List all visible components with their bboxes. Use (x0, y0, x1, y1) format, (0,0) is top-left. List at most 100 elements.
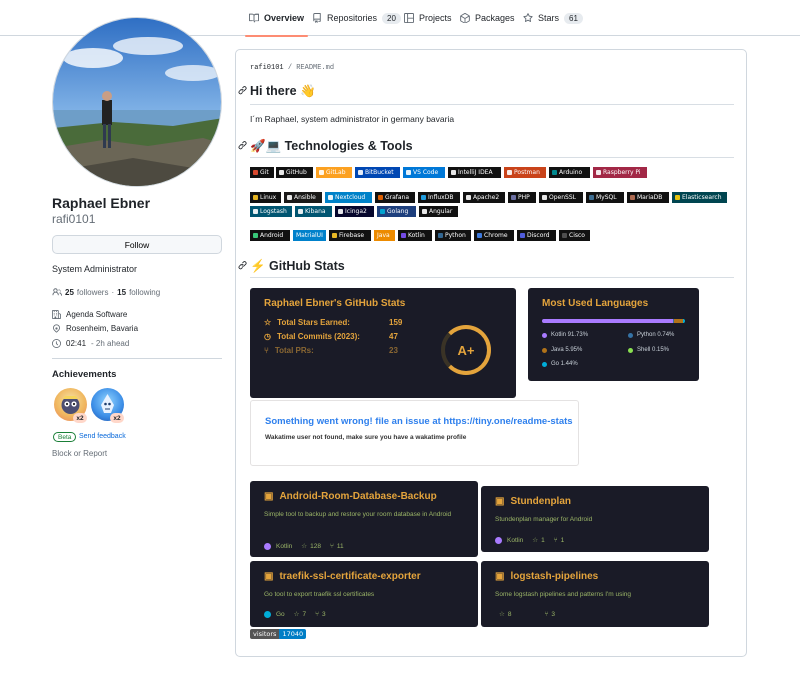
badge-arduino[interactable]: Arduino (549, 167, 590, 178)
heading-divider (250, 277, 734, 278)
fork-icon: ⑂ (553, 536, 558, 544)
badge-logstash[interactable]: Logstash (250, 206, 292, 217)
anchor-link-icon[interactable] (238, 261, 247, 270)
tab-repositories[interactable]: Repositories 20 (312, 0, 401, 36)
badge-php[interactable]: PHP (508, 192, 536, 203)
profile-bio: System Administrator (52, 264, 138, 274)
icinga-icon (338, 209, 343, 214)
followers-count[interactable]: 25 (65, 288, 74, 297)
badge-nextcloud[interactable]: Nextcloud (325, 192, 372, 203)
local-time: 02:41 (66, 339, 87, 348)
heading-divider (250, 104, 734, 105)
wakatime-error-card[interactable]: Something went wrong! file an issue at h… (250, 400, 579, 466)
badge-vscode[interactable]: VS Code (403, 167, 445, 178)
block-or-report-link[interactable]: Block or Report (52, 449, 107, 458)
badge-chrome[interactable]: Chrome (474, 230, 514, 241)
follow-button[interactable]: Follow (52, 235, 222, 254)
badge-golang[interactable]: Golang (377, 206, 416, 217)
badge-openssl[interactable]: OpenSSL (539, 192, 583, 203)
repo-stars: ☆ 128 (301, 542, 321, 551)
followers-label[interactable]: followers (77, 288, 109, 297)
git-icon (253, 170, 258, 175)
badge-intellij[interactable]: IntelliJ IDEA (448, 167, 501, 178)
location-item: Rosenheim, Bavaria (52, 324, 138, 333)
following-label[interactable]: following (129, 288, 160, 297)
visitors-badge: visitors 17040 (250, 629, 307, 639)
badge-android[interactable]: Android (250, 230, 290, 241)
badge-java[interactable]: Java (374, 230, 395, 241)
badge-raspberry-pi[interactable]: Raspberry Pi (593, 167, 647, 178)
language-item: Go 1.44% (542, 361, 578, 367)
tab-label: Packages (475, 13, 515, 23)
achievement-count: x2 (73, 413, 87, 423)
tab-projects[interactable]: Projects (404, 0, 452, 36)
repo-card-android-room[interactable]: ▣ Android-Room-Database-Backup Simple too… (250, 481, 478, 557)
repo-icon: ▣ (264, 491, 274, 502)
badge-gitlab[interactable]: GitLab (316, 167, 352, 178)
github-stats-card[interactable]: Raphael Ebner's GitHub Stats ☆ Total Star… (250, 288, 516, 398)
path-separator: / (287, 64, 293, 72)
badge-mysql[interactable]: MySQL (586, 192, 624, 203)
tab-label: Overview (264, 13, 305, 23)
language-color-dot (542, 347, 547, 353)
repo-icon (312, 13, 322, 23)
tab-stars[interactable]: Stars 61 (523, 0, 583, 36)
avatar[interactable] (52, 17, 222, 187)
repo-stars: ☆ 8 (499, 610, 512, 619)
languages-progress-bar (542, 319, 685, 323)
send-feedback-link[interactable]: Send feedback (79, 433, 126, 440)
badge-apache2[interactable]: Apache2 (463, 192, 505, 203)
achievement-count: x2 (110, 413, 124, 423)
history-icon: ◷ (264, 332, 271, 341)
bitbucket-icon (358, 170, 363, 175)
badge-linux[interactable]: Linux (250, 192, 281, 203)
repo-card-traefik[interactable]: ▣ traefik-ssl-certificate-exporter Go too… (250, 561, 478, 627)
badge-python[interactable]: Python (435, 230, 471, 241)
linux-icon (253, 195, 258, 200)
tab-overview[interactable]: Overview (244, 0, 309, 37)
stars-count-badge: 61 (564, 12, 583, 24)
badge-influxdb[interactable]: InfluxDB (418, 192, 460, 203)
organization-icon (52, 310, 61, 319)
mysql-icon (589, 195, 594, 200)
postman-icon (507, 170, 512, 175)
stat-value-prs: 23 (389, 346, 398, 355)
badge-elasticsearch[interactable]: Elasticsearch (672, 192, 727, 203)
repo-description: Simple tool to backup and restore your r… (264, 511, 452, 518)
anchor-link-icon[interactable] (238, 141, 247, 150)
badge-icinga2[interactable]: Icinga2 (335, 206, 374, 217)
badge-kibana[interactable]: Kibana (295, 206, 332, 217)
top-languages-card[interactable]: Most Used Languages Kotlin 91.73% Python… (528, 288, 699, 381)
badge-grafana[interactable]: Grafana (375, 192, 415, 203)
language-item: Shell 0.15% (628, 347, 669, 353)
repo-card-stundenplan[interactable]: ▣ Stundenplan Stundenplan manager for And… (481, 486, 709, 552)
people-icon (52, 287, 62, 297)
badge-firebase[interactable]: Firebase (329, 230, 371, 241)
badge-materialui[interactable]: MatrialUI (293, 230, 326, 241)
star-icon: ☆ (264, 318, 272, 327)
repo-card-logstash-pipelines[interactable]: ▣ logstash-pipelines Some logstash pipeli… (481, 561, 709, 627)
badge-mariadb[interactable]: MariaDB (627, 192, 669, 203)
badge-discord[interactable]: Discord (517, 230, 556, 241)
stat-row-prs: ⑂ Total PRs: (264, 346, 314, 355)
badge-kotlin[interactable]: Kotlin (398, 230, 432, 241)
badge-bitbucket[interactable]: BitBucket (355, 167, 400, 178)
star-icon: ☆ (532, 537, 539, 544)
following-count[interactable]: 15 (117, 288, 126, 297)
badge-github[interactable]: GitHub (276, 167, 313, 178)
tab-packages[interactable]: Packages (460, 0, 515, 36)
readme-owner-link[interactable]: rafi0101 (250, 64, 284, 72)
repo-footer: Kotlin ☆ 128 ⑂ 11 (264, 542, 344, 550)
badge-angular[interactable]: Angular (419, 206, 458, 217)
heading-technologies: 🚀💻 Technologies & Tools (250, 139, 413, 153)
badge-ansible[interactable]: Ansible (284, 192, 322, 203)
repo-title: ▣ logstash-pipelines (495, 571, 599, 582)
badge-postman[interactable]: Postman (504, 167, 546, 178)
repo-stars: ☆ 1 (532, 536, 545, 545)
languages-card-title: Most Used Languages (542, 298, 649, 309)
badge-cisco[interactable]: Cisco (559, 230, 590, 241)
anchor-link-icon[interactable] (238, 86, 247, 95)
time-offset: - 2h ahead (91, 339, 130, 348)
language-color-dot (542, 332, 547, 338)
badge-git[interactable]: Git (250, 167, 274, 178)
